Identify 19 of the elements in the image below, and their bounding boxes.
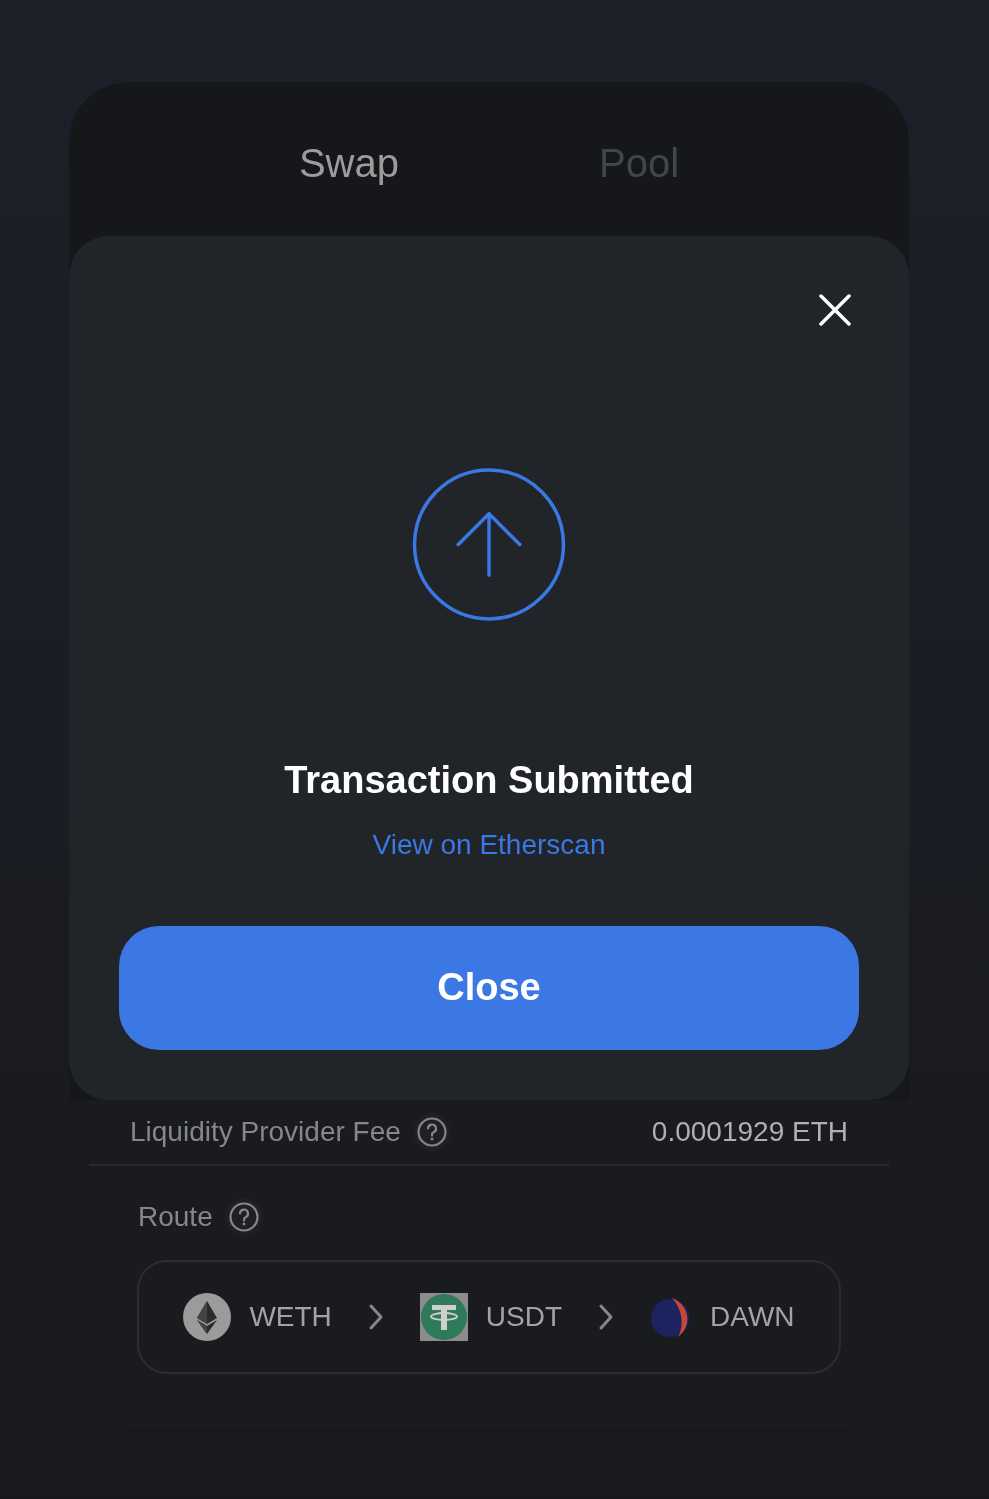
close-button[interactable] — [819, 294, 851, 326]
close-button[interactable]: Close — [119, 925, 859, 1050]
tab[interactable]: Swap — [278, 139, 419, 187]
token-symbol: USDT — [485, 1301, 563, 1333]
token-symbol: DAWN — [710, 1301, 795, 1333]
chevron-right-icon — [598, 1303, 615, 1331]
dialog-title: Transaction Submitted — [284, 757, 694, 803]
view-link[interactable]: View on Etherscan — [372, 828, 606, 861]
route-label: Route — [138, 1201, 213, 1233]
fee-value: 0.0001929 ETH — [651, 1116, 848, 1148]
close-icon — [819, 294, 851, 326]
diamond-coin-icon — [183, 1293, 232, 1341]
help-icon — [224, 1198, 263, 1236]
tee-coin-icon — [419, 1293, 468, 1341]
fee-label: Liquidity Provider Fee — [130, 1116, 401, 1148]
help-icon — [412, 1113, 451, 1151]
chevron-right-icon — [367, 1303, 384, 1331]
arrow-up-circle-icon — [412, 468, 566, 621]
token-symbol: WETH — [249, 1301, 332, 1333]
